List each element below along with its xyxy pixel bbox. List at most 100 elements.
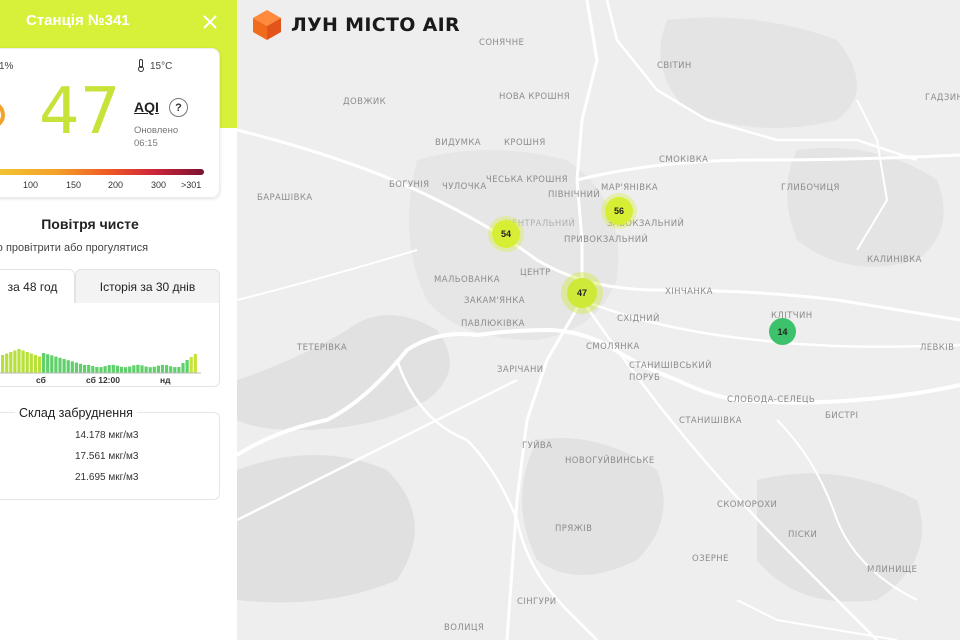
history-bar[interactable] (87, 364, 91, 373)
history-bar[interactable] (140, 365, 144, 373)
history-bar[interactable] (173, 367, 177, 373)
station-marker[interactable]: 14 (769, 318, 796, 345)
history-bar[interactable] (124, 367, 128, 373)
place-label: МЛИНИЩЕ (867, 565, 918, 575)
place-label: НОВОГУЙВИНСЬКЕ (565, 456, 655, 466)
history-bar[interactable] (37, 356, 42, 374)
history-bar[interactable] (66, 360, 70, 373)
map-area[interactable]: ЛУН МІСТО AIR СОНЯЧНЕ СВІТИН ДОВЖИК НОВА… (237, 0, 960, 640)
scale-label: 300 (151, 180, 167, 190)
place-label: МАЛЬОВАНКА (434, 275, 500, 285)
history-bar[interactable] (46, 354, 50, 373)
history-bar[interactable] (50, 355, 54, 373)
history-bar[interactable] (103, 366, 107, 373)
history-bar[interactable] (144, 366, 148, 373)
tab-48h[interactable]: за 48 год (0, 269, 75, 304)
aqi-link[interactable]: AQI (134, 99, 159, 115)
place-label: ТЕТЕРІВКА (297, 343, 348, 353)
history-bar[interactable] (177, 366, 181, 373)
place-label: ПІВНІЧНИЙ (548, 190, 601, 200)
history-bar[interactable] (165, 365, 169, 373)
scale-label: 100 (23, 180, 39, 190)
chart-axis-label: сб (36, 375, 46, 385)
help-icon[interactable]: ? (169, 98, 188, 117)
thermometer-icon: ​ (137, 59, 145, 75)
place-label: БАРАШІВКА (257, 193, 313, 203)
place-label: ГЛИБОЧИЦЯ (781, 183, 840, 193)
humidity-value: 1% (0, 61, 14, 72)
place-label: ГУЙВА (522, 441, 553, 451)
history-bar[interactable] (54, 356, 58, 373)
history-bar[interactable] (152, 366, 156, 373)
history-bar[interactable] (33, 355, 37, 373)
close-icon[interactable] (200, 12, 220, 32)
brand-logo[interactable]: ЛУН МІСТО AIR (252, 9, 460, 41)
station-marker[interactable]: 56 (605, 197, 633, 225)
history-bar[interactable] (160, 364, 165, 373)
history-bar[interactable] (193, 354, 197, 373)
station-marker[interactable]: 54 (492, 220, 520, 248)
history-bar[interactable] (95, 367, 99, 373)
history-bar[interactable] (111, 364, 115, 373)
place-label: СВІТИН (657, 61, 692, 71)
aqi-value: 47 (39, 75, 121, 149)
history-bar[interactable] (13, 350, 17, 374)
station-panel: Станція №341 1% ​ 15°C 47 AQI ? Оновлено… (0, 0, 237, 640)
place-label: ЛЕВКІВ (920, 343, 955, 353)
history-bar[interactable] (42, 353, 46, 373)
history-bar[interactable] (185, 360, 189, 373)
history-bar[interactable] (58, 357, 62, 373)
place-label: СТАНИШІВКА (679, 416, 742, 426)
place-label: ХІНЧАНКА (665, 287, 713, 297)
history-bar[interactable] (74, 362, 78, 373)
pollutant-value: 14.178 мкг/м3 (75, 430, 139, 441)
station-title: Станція №341 (26, 12, 130, 29)
place-label: МАР'ЯНІВКА (601, 183, 659, 193)
place-label: ЧУЛОЧКА (442, 182, 487, 192)
place-label: СМОКІВКА (659, 155, 709, 165)
history-bar[interactable] (17, 349, 21, 373)
history-bar[interactable] (9, 352, 13, 373)
history-bar[interactable] (99, 367, 103, 373)
history-bar[interactable] (5, 353, 9, 374)
history-bar[interactable] (70, 361, 74, 373)
history-bar[interactable] (83, 364, 87, 373)
updated-info: Оновлено 06:15 (134, 124, 178, 150)
history-bar[interactable] (25, 352, 29, 373)
history-bar[interactable] (128, 366, 132, 373)
place-label: ПАВЛЮКІВКА (461, 319, 525, 329)
place-label: ПІСКИ (788, 530, 818, 540)
chart-axis-label: сб 12:00 (86, 375, 120, 385)
history-bar[interactable] (189, 357, 193, 373)
place-label: СЛОБОДА-СЕЛЕЦЬ (727, 395, 816, 405)
history-bar[interactable] (21, 350, 25, 374)
history-bar[interactable] (156, 365, 160, 373)
history-bar[interactable] (62, 359, 66, 373)
place-label: СКОМОРОХИ (717, 500, 778, 510)
air-status-subtitle: рто провітрити або прогулятися (0, 242, 149, 254)
history-bar[interactable] (148, 367, 152, 373)
tab-history-30d[interactable]: Історія за 30 днів (75, 269, 220, 304)
updated-time: 06:15 (134, 138, 158, 149)
history-bar[interactable] (136, 364, 140, 373)
history-bar[interactable] (78, 363, 83, 373)
history-bar[interactable] (1, 355, 5, 373)
place-label: ГАДЗИНКА (925, 93, 960, 103)
history-bar[interactable] (132, 365, 136, 373)
place-label: ЗАКАМ'ЯНКА (464, 296, 525, 306)
station-marker-selected[interactable]: 47 (567, 278, 597, 308)
place-label: СОНЯЧНЕ (479, 38, 525, 48)
history-bar[interactable] (119, 366, 124, 373)
history-bar[interactable] (29, 353, 33, 374)
scale-label: >301 (181, 180, 202, 190)
history-bar[interactable] (181, 363, 185, 373)
history-bar[interactable] (107, 365, 111, 373)
history-bar[interactable] (115, 365, 119, 373)
scale-label: 150 (66, 180, 82, 190)
history-bar[interactable] (91, 366, 95, 373)
place-label: СТАНИШІВСЬКИЙ ПОРУБ (629, 361, 712, 383)
place-label: ЦЕНТР (520, 268, 551, 278)
place-label: БИСТРІ (825, 411, 859, 421)
history-bar[interactable] (169, 366, 173, 373)
air-status-title: Повітря чисте (41, 216, 139, 232)
